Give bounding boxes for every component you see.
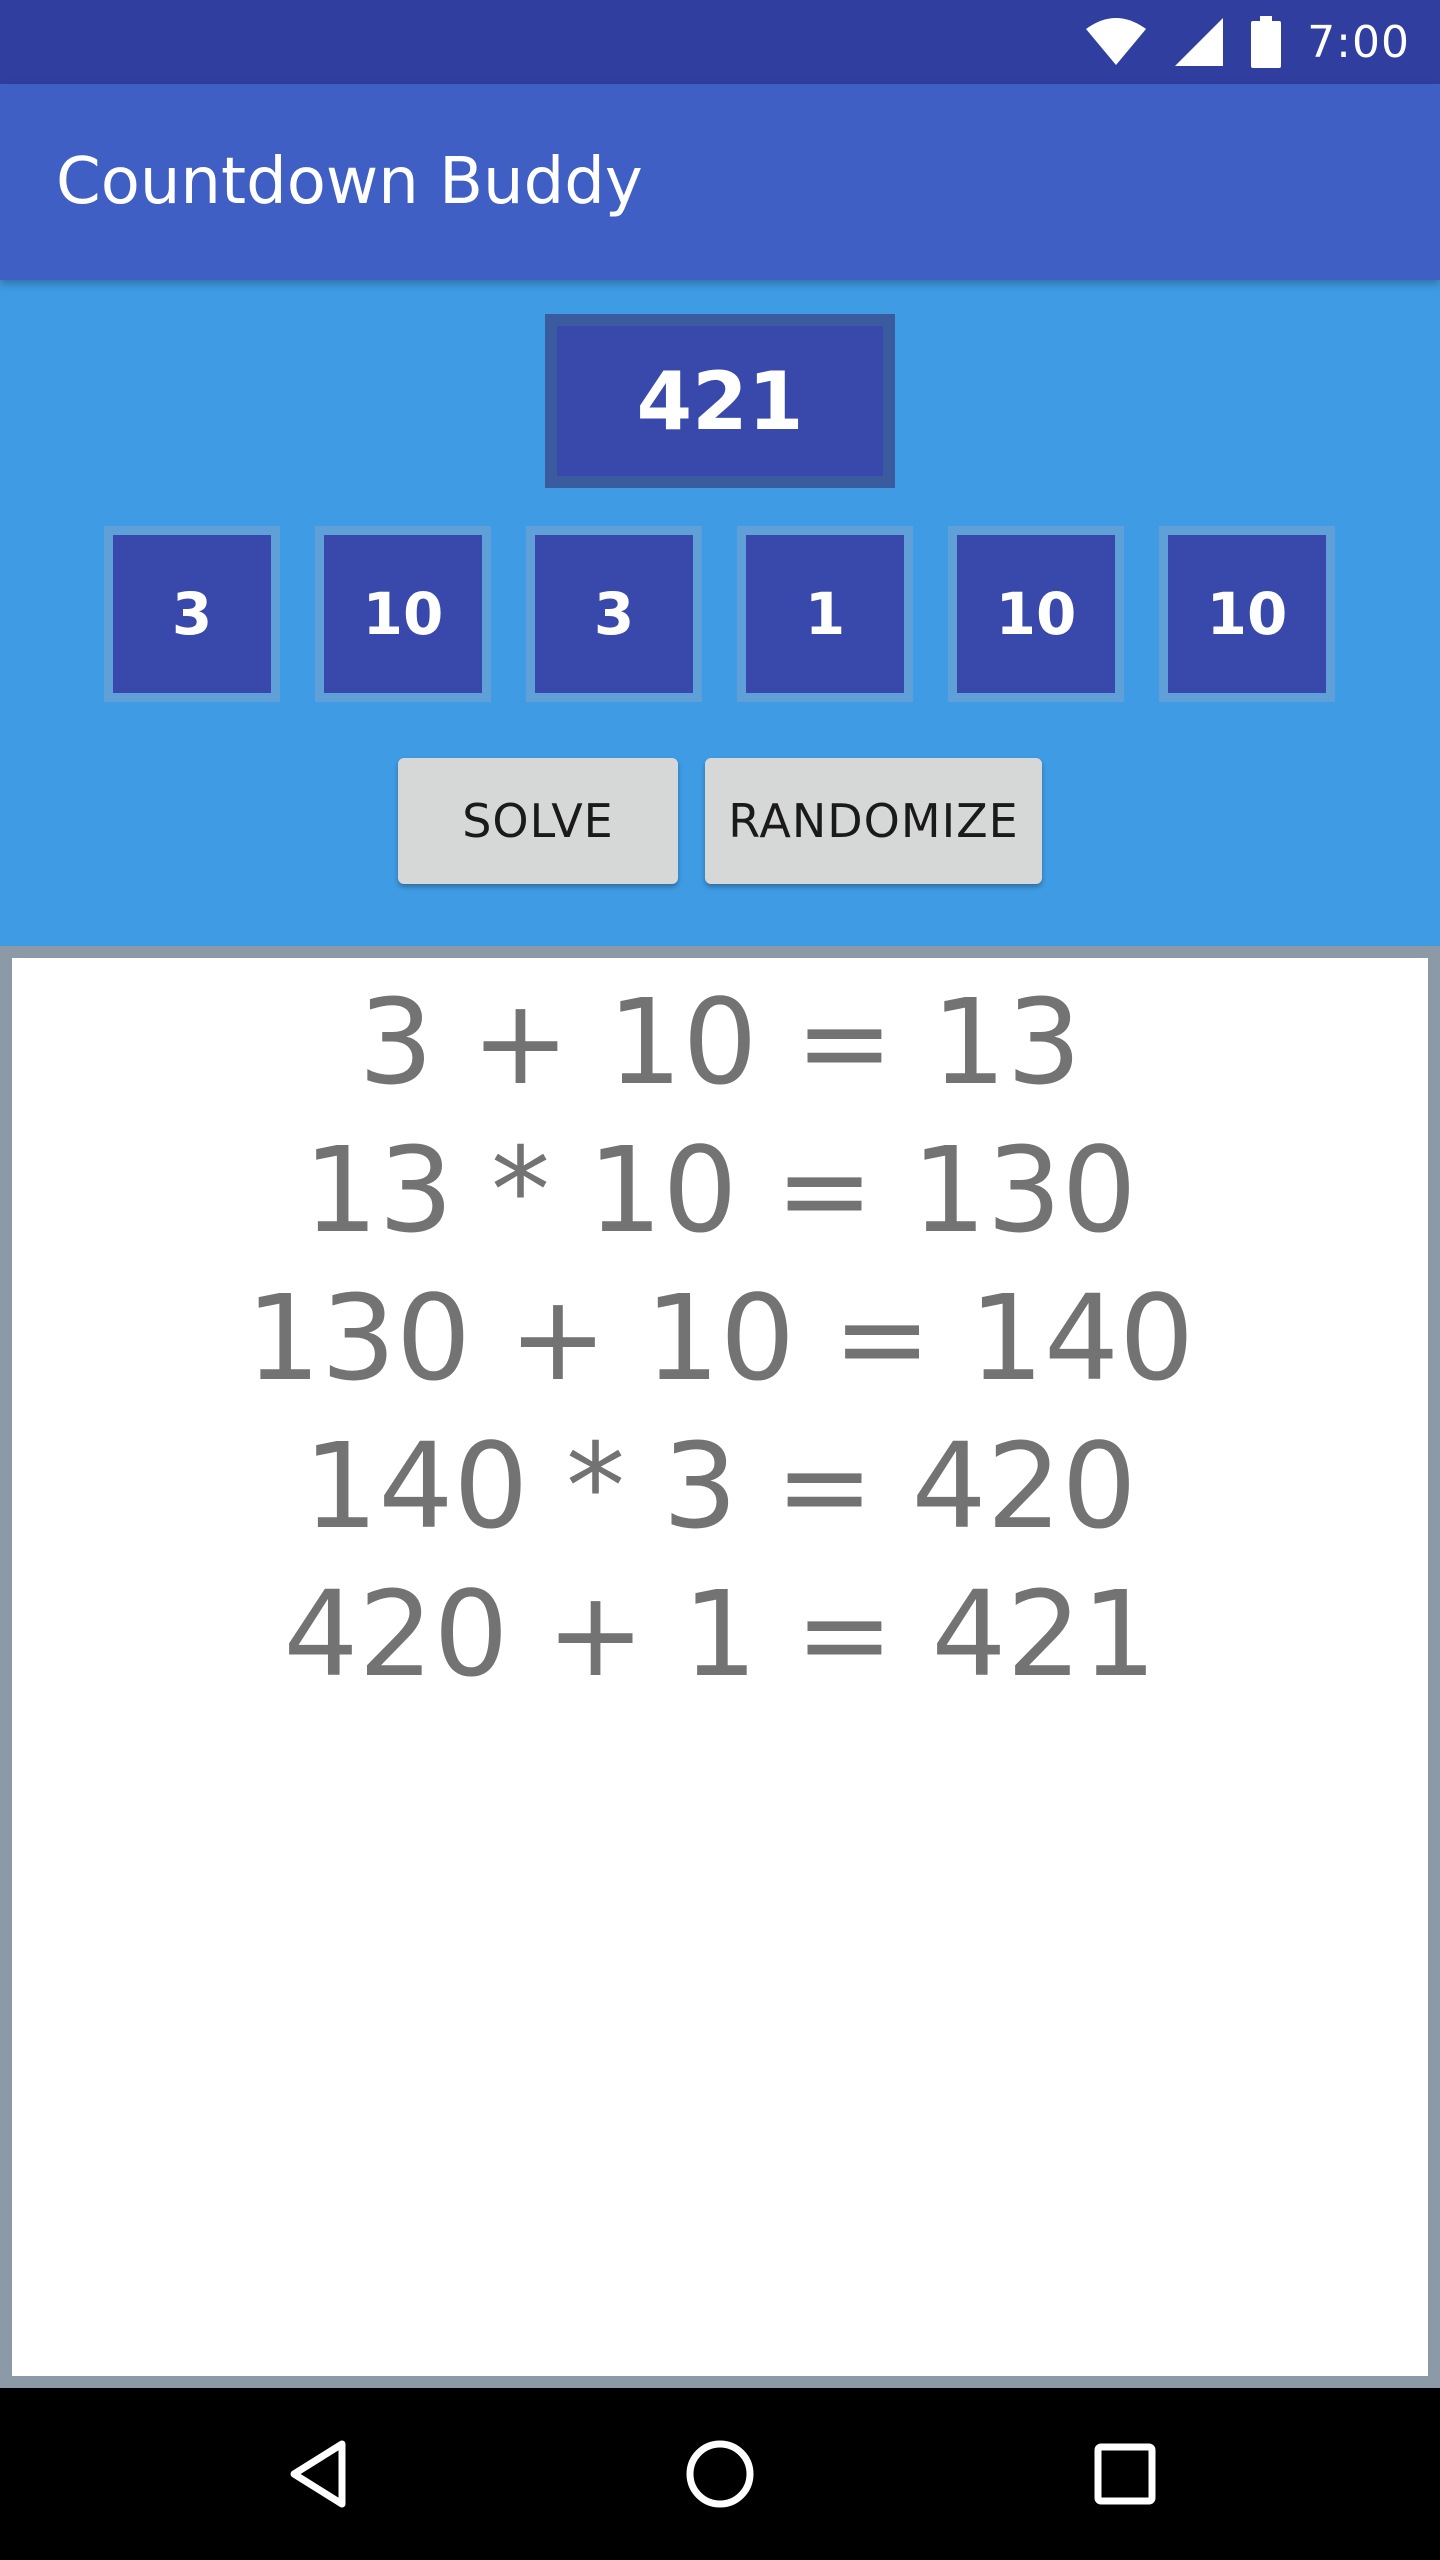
solution-panel[interactable]: 3 + 10 = 13 13 * 10 = 130 130 + 10 = 140… (0, 946, 1440, 2388)
target-number[interactable]: 421 (545, 314, 895, 488)
number-tile[interactable]: 10 (948, 526, 1124, 702)
number-tile[interactable]: 1 (737, 526, 913, 702)
solution-step: 3 + 10 = 13 (358, 973, 1082, 1111)
navigation-bar (0, 2388, 1440, 2560)
wifi-icon (1085, 17, 1147, 67)
signal-icon (1173, 16, 1225, 68)
controls-panel: 421 3 10 3 1 10 10 SOLVE RANDOMIZE (0, 280, 1440, 946)
battery-icon (1251, 16, 1282, 68)
app-screen: 7:00 Countdown Buddy 421 3 10 3 1 10 10 … (0, 0, 1440, 2560)
home-icon[interactable] (650, 2388, 790, 2560)
status-icons: 7:00 (1085, 0, 1410, 84)
solve-button[interactable]: SOLVE (398, 758, 678, 884)
solution-step: 420 + 1 = 421 (283, 1565, 1157, 1703)
solution-steps: 3 + 10 = 13 13 * 10 = 130 130 + 10 = 140… (12, 968, 1428, 1708)
solution-step: 13 * 10 = 130 (303, 1121, 1137, 1259)
solution-step: 140 * 3 = 420 (303, 1417, 1137, 1555)
status-time: 7:00 (1307, 16, 1410, 68)
number-tile[interactable]: 10 (315, 526, 491, 702)
recents-icon[interactable] (1055, 2388, 1195, 2560)
solution-step: 130 + 10 = 140 (245, 1269, 1195, 1407)
number-tile[interactable]: 3 (104, 526, 280, 702)
randomize-button[interactable]: RANDOMIZE (705, 758, 1042, 884)
back-icon[interactable] (248, 2388, 388, 2560)
app-bar: Countdown Buddy (0, 84, 1440, 280)
app-title: Countdown Buddy (56, 145, 643, 219)
number-tile[interactable]: 3 (526, 526, 702, 702)
status-bar: 7:00 (0, 0, 1440, 84)
number-tile[interactable]: 10 (1159, 526, 1335, 702)
